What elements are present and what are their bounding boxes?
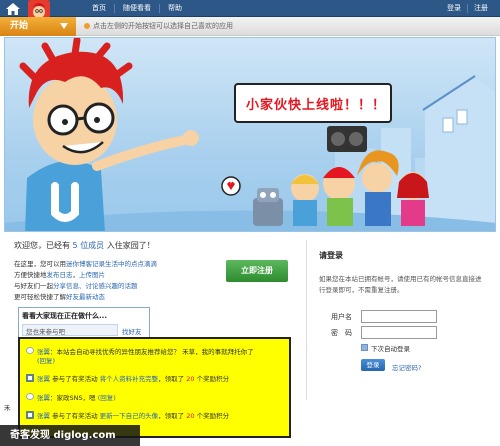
feed-user-link[interactable]: 张翼 [37,375,50,383]
mini-blog-link[interactable]: 迷你博客记录生活中的点点滴滴 [66,260,157,268]
home-icon[interactable] [4,1,22,16]
upload-photo-link[interactable]: 上传图片 [79,271,105,279]
chat-bubble-icon [26,347,34,354]
member-count: 5 [72,241,78,250]
nav-help[interactable]: 帮助 [159,4,190,13]
friend-updates-link[interactable]: 好友最新动态 [66,293,105,301]
register-button[interactable]: 立即注册 [226,260,288,282]
feed-item: 张翼 参与了有奖活动 更新一下自己的头像，领取了 20 个奖励积分 [26,411,288,421]
feed-item: 张翼：本站会自动寻找优秀的异性朋友推荐给您？ 禾草，我的事就拜托你了 (回复) [26,347,288,366]
feed-item: 张翼：家政SNS，嗯 (回复) [26,393,288,403]
feed-item: 张翼 参与了有奖活动 将个人资料补充完整，领取了 20 个奖励积分 [26,374,288,384]
feed-user-link[interactable]: 张翼 [37,348,50,356]
activity-link[interactable]: 更新一下自己的头像 [100,412,159,420]
status-input[interactable]: 您也来参与吧 [22,324,118,336]
forgot-password-link[interactable]: 忘记密码? [392,362,421,372]
chat-bubble-icon [26,393,34,400]
feed-user-link[interactable]: 张翼 [37,412,50,420]
start-hint: 点击左侧的开始按钮可以选择自己喜欢的应用 [84,17,233,36]
nav-home[interactable]: 首页 [84,4,114,13]
username-input[interactable] [361,310,437,323]
main-nav: 首页 随便看看 帮助 [84,0,190,17]
activity-feed: 张翼：本站会自动寻找优秀的异性朋友推荐给您？ 禾草，我的事就拜托你了 (回复) … [18,337,291,438]
account-links: 登录 注册 [441,0,494,17]
task-icon [26,374,34,382]
feed-user-link[interactable]: 张翼 [37,394,50,402]
start-button[interactable]: 开始 [0,17,76,36]
watermark: 奇客发现 diglog.com [0,425,140,446]
chevron-down-icon [60,23,68,29]
remember-checkbox[interactable] [361,344,368,351]
password-input[interactable] [361,326,437,339]
side-stub-text: 禾 [4,404,11,412]
start-bar: 开始 点击左侧的开始按钮可以选择自己喜欢的应用 [0,17,500,36]
status-title: 看看大家现在正在做什么... [22,312,107,320]
reply-link[interactable]: (回复) [37,357,55,365]
members-link[interactable]: 位成员 [80,241,104,250]
username-label: 用户名 [331,313,352,321]
login-button[interactable]: 登录 [361,359,385,371]
task-icon [26,411,34,419]
remember-label: 下次自动登录 [371,345,410,353]
banner-illustration [5,38,495,231]
password-row: 密 码 [321,326,481,340]
join-link: 入住家园了 [106,241,147,250]
reply-link[interactable]: (回复) [98,394,116,402]
welcome-banner: 小家伙快上线啦！！！ [4,37,496,232]
points-value: 20 [186,375,195,383]
nav-login[interactable]: 登录 [441,4,467,13]
nav-register[interactable]: 注册 [467,4,494,13]
points-value: 20 [186,412,195,420]
nav-browse[interactable]: 随便看看 [114,4,159,13]
post-blog-link[interactable]: 发布日志 [47,271,73,279]
speech-text: 小家伙快上线啦！！！ [246,98,387,113]
start-label: 开始 [10,21,29,31]
bullet-icon [84,23,90,29]
activity-link[interactable]: 将个人资料补充完整 [100,375,159,383]
user-avatar[interactable] [28,0,50,17]
speech-bubble: 小家伙快上线啦！！！ [234,83,392,123]
feature-description: 在这里，您可以用迷你博客记录生活中的点点滴滴 方便快捷地发布日志，上传图片 与好… [14,260,157,301]
login-description: 如果您在本站已拥有帐号，请使用已有的帐号信息直接进行登录即可，不需重复注册。 [319,275,482,294]
find-friends-link[interactable]: 找好友 [122,326,142,336]
password-label: 密 码 [331,329,352,337]
welcome-heading: 欢迎您，已经有 5 位成员 入住家园了！ [14,241,155,250]
status-box: 看看大家现在正在做什么... 您也来参与吧 找好友 [18,307,150,339]
login-title: 请登录 [319,251,343,260]
login-panel: 请登录 如果您在本站已拥有帐号，请使用已有的帐号信息直接进行登录即可，不需重复注… [306,240,492,400]
top-nav-bar: 首页 随便看看 帮助 登录 注册 [0,0,500,17]
username-row: 用户名 [321,310,481,324]
share-topics-link[interactable]: 分享信息、讨论感兴趣的话题 [53,282,138,290]
